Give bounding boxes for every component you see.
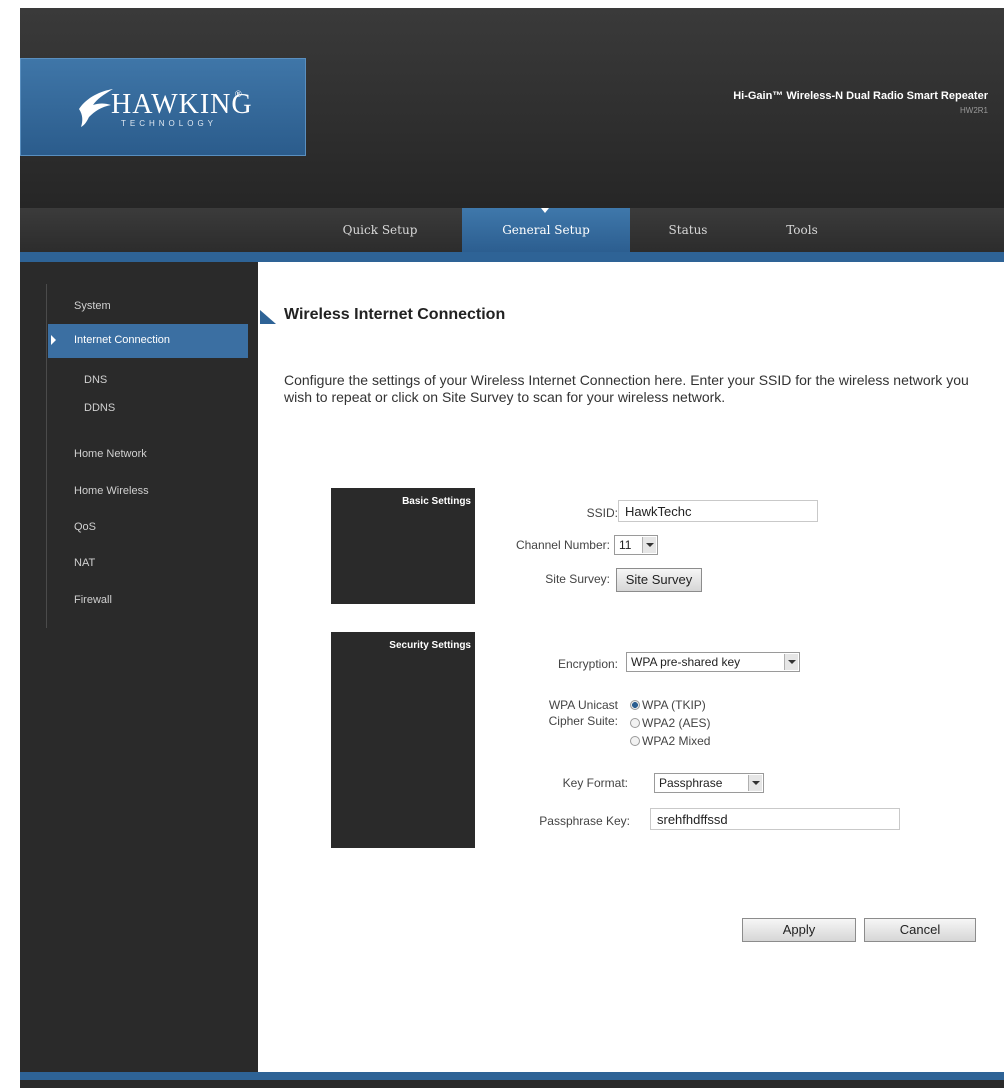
app-frame: HAWKING ® TECHNOLOGY Hi-Gain™ Wireless-N… xyxy=(20,8,1004,1088)
cipher-label-line1: WPA Unicast xyxy=(548,698,618,712)
site-survey-button[interactable]: Site Survey xyxy=(616,568,702,592)
radio-unselected-icon xyxy=(630,736,640,746)
channel-number-select[interactable]: 11 xyxy=(614,535,658,555)
key-format-select[interactable]: Passphrase xyxy=(654,773,764,793)
product-title: Hi-Gain™ Wireless-N Dual Radio Smart Rep… xyxy=(733,90,988,102)
sidebar-item-label: Home Network xyxy=(74,448,147,460)
main-content: Wireless Internet Connection Configure t… xyxy=(258,262,1004,1072)
sidebar-item-label: DDNS xyxy=(84,402,116,414)
security-settings-title: Security Settings xyxy=(389,640,471,651)
ssid-label: SSID: xyxy=(586,506,618,520)
sidebar-item-home-network[interactable]: Home Network xyxy=(48,438,248,472)
tab-tools[interactable]: Tools xyxy=(762,208,842,252)
chevron-down-icon xyxy=(642,537,656,553)
tab-quick-setup[interactable]: Quick Setup xyxy=(320,208,440,252)
page-description: Configure the settings of your Wireless … xyxy=(284,372,969,405)
tab-status[interactable]: Status xyxy=(648,208,728,252)
sidebar-item-label: Firewall xyxy=(74,594,112,606)
title-triangle-icon xyxy=(260,310,276,324)
basic-settings-panel: Basic Settings xyxy=(331,488,475,604)
cipher-option-label: WPA2 (AES) xyxy=(642,716,711,730)
sidebar-item-ddns[interactable]: DDNS xyxy=(48,392,248,426)
key-format-value: Passphrase xyxy=(659,776,723,790)
header: HAWKING ® TECHNOLOGY Hi-Gain™ Wireless-N… xyxy=(20,8,1004,208)
basic-settings-title: Basic Settings xyxy=(402,496,471,507)
sidebar-item-label: Internet Connection xyxy=(74,334,171,346)
sidebar-item-internet-connection[interactable]: Internet Connection xyxy=(48,324,248,358)
security-settings-panel: Security Settings xyxy=(331,632,475,848)
sidebar-item-home-wireless[interactable]: Home Wireless xyxy=(48,475,248,509)
logo: HAWKING ® TECHNOLOGY xyxy=(20,58,306,156)
top-nav: Quick Setup General Setup Status Tools xyxy=(20,208,1004,252)
tab-general-setup[interactable]: General Setup xyxy=(462,208,630,252)
sidebar-item-nat[interactable]: NAT xyxy=(48,547,248,581)
sidebar-item-label: NAT xyxy=(74,557,96,569)
chevron-down-icon xyxy=(748,775,762,791)
sidebar-item-label: System xyxy=(74,300,111,312)
logo-subtext: TECHNOLOGY xyxy=(121,119,218,128)
sidebar-item-firewall[interactable]: Firewall xyxy=(48,584,248,618)
sidebar-item-qos[interactable]: QoS xyxy=(48,511,248,545)
encryption-select[interactable]: WPA pre-shared key xyxy=(626,652,800,672)
passphrase-key-label: Passphrase Key: xyxy=(539,814,630,828)
logo-text: HAWKING xyxy=(111,89,253,120)
active-tab-caret-icon xyxy=(541,208,549,213)
cipher-label-line2: Cipher Suite: xyxy=(548,714,618,728)
registered-mark: ® xyxy=(235,89,242,99)
encryption-label: Encryption: xyxy=(557,657,618,671)
sidebar-item-system[interactable]: System xyxy=(48,290,248,324)
sidebar-item-label: DNS xyxy=(84,374,108,386)
cancel-button[interactable]: Cancel xyxy=(864,918,976,942)
page-title: Wireless Internet Connection xyxy=(284,306,506,323)
site-survey-label: Site Survey: xyxy=(545,572,610,586)
sidebar-divider xyxy=(46,284,47,628)
channel-number-value: 11 xyxy=(619,538,632,552)
sidebar-item-label: QoS xyxy=(74,521,97,533)
key-format-label: Key Format: xyxy=(562,776,628,790)
encryption-value: WPA pre-shared key xyxy=(631,655,741,669)
apply-button[interactable]: Apply xyxy=(742,918,856,942)
nav-accent-line xyxy=(20,252,1004,262)
cipher-option-label: WPA2 Mixed xyxy=(642,734,711,748)
channel-number-label: Channel Number: xyxy=(515,538,610,552)
cipher-option-label: WPA (TKIP) xyxy=(642,698,706,712)
product-model: HW2R1 xyxy=(959,106,988,115)
radio-unselected-icon xyxy=(630,718,640,728)
passphrase-key-input[interactable] xyxy=(650,808,900,830)
footer-accent-line xyxy=(20,1072,1004,1080)
ssid-input[interactable] xyxy=(618,500,818,522)
sidebar-item-label: Home Wireless xyxy=(74,485,149,497)
radio-selected-icon xyxy=(630,700,640,710)
chevron-down-icon xyxy=(784,654,798,670)
active-arrow-icon xyxy=(51,335,56,345)
